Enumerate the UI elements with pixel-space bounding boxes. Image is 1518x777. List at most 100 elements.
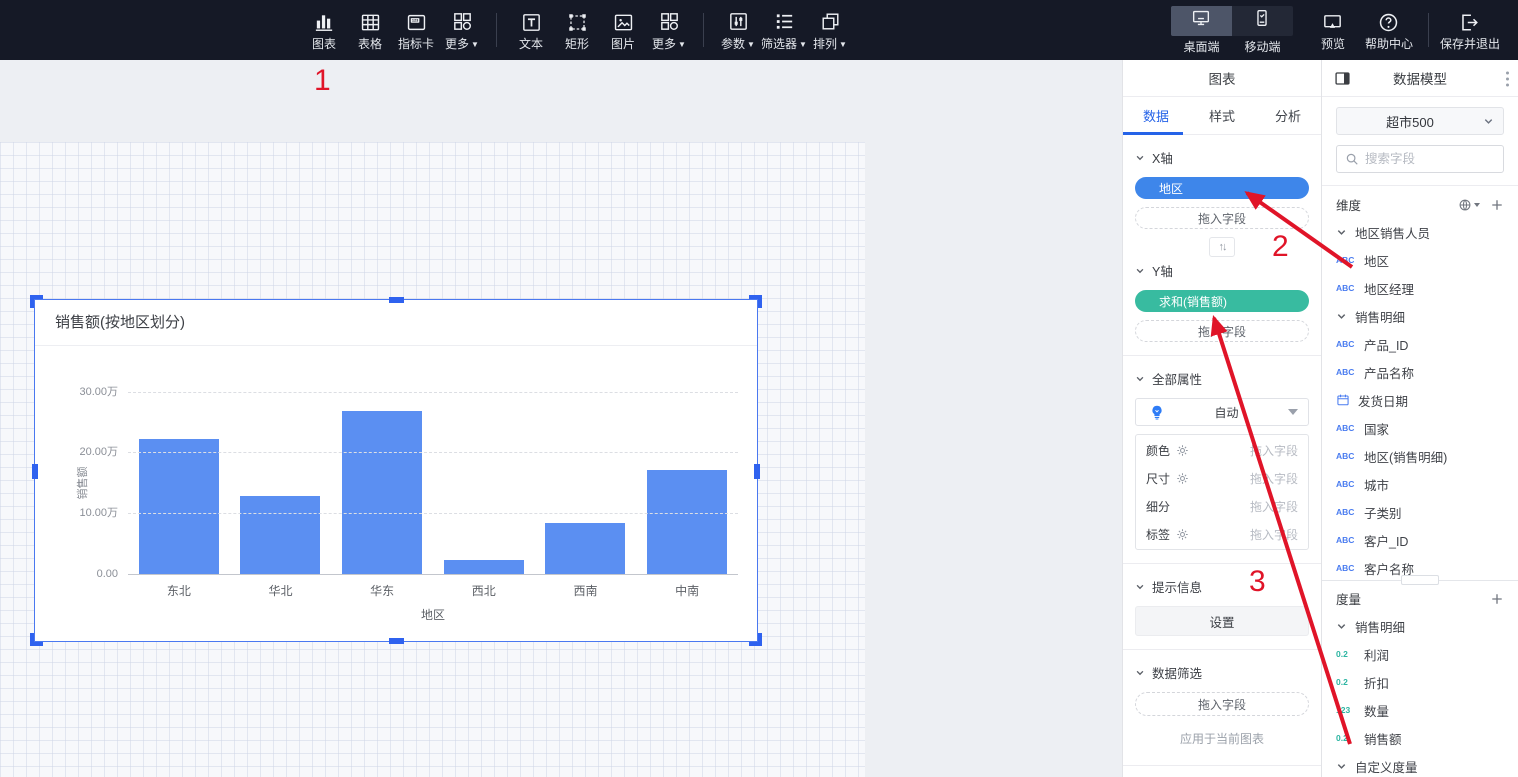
y-axis-drop-zone[interactable]: 拖入字段 bbox=[1135, 320, 1309, 342]
tab-分析[interactable]: 分析 bbox=[1255, 97, 1321, 134]
chart-panel-title: 图表 bbox=[1123, 60, 1321, 97]
resize-handle[interactable] bbox=[1401, 575, 1439, 585]
field-group-销售明细[interactable]: 销售明细 bbox=[1336, 302, 1504, 330]
property-row-细分[interactable]: 细分拖入字段 bbox=[1136, 492, 1308, 520]
chevron-down-icon bbox=[1135, 668, 1145, 678]
bar-西北[interactable] bbox=[444, 560, 524, 574]
mobile-icon bbox=[1251, 7, 1273, 34]
dimension-globe-icon[interactable] bbox=[1458, 198, 1480, 212]
x-categories: 东北华北华东西北西南中南 bbox=[128, 582, 738, 599]
bar-东北[interactable] bbox=[139, 439, 219, 574]
field-search[interactable] bbox=[1336, 145, 1504, 173]
bar-华北[interactable] bbox=[240, 496, 320, 574]
toolbar-image-button[interactable]: 图片 bbox=[600, 3, 646, 57]
search-input[interactable] bbox=[1365, 152, 1503, 166]
tab-样式[interactable]: 样式 bbox=[1189, 97, 1255, 134]
field-item-国家[interactable]: ABC国家 bbox=[1336, 414, 1504, 442]
all-properties-section-header[interactable]: 全部属性 bbox=[1135, 369, 1309, 388]
field-item-子类别[interactable]: ABC子类别 bbox=[1336, 498, 1504, 526]
field-item-产品名称[interactable]: ABC产品名称 bbox=[1336, 358, 1504, 386]
toolbar-more-grid-button[interactable]: 更多▼ bbox=[646, 3, 692, 57]
tooltip-section-header[interactable]: 提示信息 bbox=[1135, 577, 1309, 596]
x-axis-section-header[interactable]: X轴 bbox=[1135, 148, 1309, 167]
toolbar-actions: 预览帮助中心保存并退出 bbox=[1305, 3, 1500, 57]
toolbar-more-grid-button[interactable]: 更多▼ bbox=[439, 3, 485, 57]
chevron-down-icon bbox=[1135, 374, 1145, 384]
field-item-地区经理[interactable]: ABC地区经理 bbox=[1336, 274, 1504, 302]
toolbar-filter-button[interactable]: 筛选器▼ bbox=[761, 3, 807, 57]
field-item-客户_ID[interactable]: ABC客户_ID bbox=[1336, 526, 1504, 554]
tab-数据[interactable]: 数据 bbox=[1123, 97, 1189, 134]
selection-corner-handle[interactable] bbox=[30, 295, 43, 308]
property-mode-select[interactable]: 自动 bbox=[1135, 398, 1309, 426]
canvas: 销售额(按地区划分) 东北华北华东西北西南中南 地区 销售额 0.0010.00… bbox=[0, 60, 1122, 777]
selection-corner-handle[interactable] bbox=[749, 633, 762, 646]
field-item-客户名称[interactable]: ABC客户名称 bbox=[1336, 554, 1504, 576]
collapse-panel-icon[interactable] bbox=[1334, 70, 1351, 87]
field-group-自定义度量[interactable]: 自定义度量 bbox=[1336, 752, 1504, 777]
swap-axes-icon[interactable]: ↑↓ bbox=[1209, 237, 1235, 257]
gear-icon[interactable] bbox=[1176, 528, 1189, 541]
toolbar-arrange-button[interactable]: 排列▼ bbox=[807, 3, 853, 57]
data-filter-drop-zone[interactable]: 拖入字段 bbox=[1135, 692, 1309, 716]
data-model-title: 数据模型 bbox=[1393, 68, 1447, 88]
toolbar-preview-button[interactable]: 预览 bbox=[1305, 3, 1361, 57]
data-filter-section-header[interactable]: 数据筛选 bbox=[1135, 663, 1309, 682]
chart-widget[interactable]: 销售额(按地区划分) 东北华北华东西北西南中南 地区 销售额 0.0010.00… bbox=[35, 300, 757, 641]
selection-mid-handle[interactable] bbox=[389, 638, 404, 644]
gear-icon[interactable] bbox=[1176, 472, 1189, 485]
chevron-down-icon bbox=[1135, 153, 1145, 163]
toolbar-save-exit-button[interactable]: 保存并退出 bbox=[1440, 3, 1500, 57]
dataset-select[interactable]: 超市500 bbox=[1336, 107, 1504, 135]
toolbar-chart-button[interactable]: 图表 bbox=[301, 3, 347, 57]
selection-mid-handle[interactable] bbox=[389, 297, 404, 303]
toolbar-kpi-card-button[interactable]: 123指标卡 bbox=[393, 3, 439, 57]
add-measure-button[interactable] bbox=[1490, 592, 1504, 606]
field-item-销售额[interactable]: 0.2销售额 bbox=[1336, 724, 1504, 752]
toolbar-text-button[interactable]: 文本 bbox=[508, 3, 554, 57]
field-item-利润[interactable]: 0.2利润 bbox=[1336, 640, 1504, 668]
dropdown-caret-icon: ▼ bbox=[678, 40, 686, 49]
property-row-标签[interactable]: 标签拖入字段 bbox=[1136, 520, 1308, 548]
selection-mid-handle[interactable] bbox=[754, 464, 760, 479]
desktop-toggle[interactable] bbox=[1171, 6, 1232, 36]
selection-corner-handle[interactable] bbox=[749, 295, 762, 308]
field-group-地区销售人员[interactable]: 地区销售人员 bbox=[1336, 218, 1504, 246]
bar-华东[interactable] bbox=[342, 411, 422, 574]
selection-mid-handle[interactable] bbox=[32, 464, 38, 479]
field-group-销售明细[interactable]: 销售明细 bbox=[1336, 612, 1504, 640]
y-axis-section-header[interactable]: Y轴 bbox=[1135, 261, 1309, 280]
x-axis-drop-zone[interactable]: 拖入字段 bbox=[1135, 207, 1309, 229]
add-dimension-button[interactable] bbox=[1490, 198, 1504, 212]
toolbar-parameter-button[interactable]: 参数▼ bbox=[715, 3, 761, 57]
field-item-产品_ID[interactable]: ABC产品_ID bbox=[1336, 330, 1504, 358]
more-menu-icon[interactable] bbox=[1505, 71, 1510, 87]
field-item-城市[interactable]: ABC城市 bbox=[1336, 470, 1504, 498]
tooltip-settings-button[interactable]: 设置 bbox=[1135, 606, 1309, 636]
y-axis-field-pill[interactable]: 求和(销售额) bbox=[1135, 290, 1309, 312]
property-row-颜色[interactable]: 颜色拖入字段 bbox=[1136, 436, 1308, 464]
field-item-折扣[interactable]: 0.2折扣 bbox=[1336, 668, 1504, 696]
field-item-发货日期[interactable]: 发货日期 bbox=[1336, 386, 1504, 414]
mobile-toggle[interactable] bbox=[1232, 6, 1293, 36]
toolbar-rectangle-button[interactable]: 矩形 bbox=[554, 3, 600, 57]
app-root: 图表表格123指标卡更多▼文本矩形图片更多▼参数▼筛选器▼排列▼ 桌面端移动端 … bbox=[0, 0, 1518, 777]
x-axis-field-pill[interactable]: 地区 bbox=[1135, 177, 1309, 199]
selection-corner-handle[interactable] bbox=[30, 633, 43, 646]
integer-field-icon: 123 bbox=[1336, 705, 1356, 715]
toolbar-help-button[interactable]: 帮助中心 bbox=[1361, 3, 1417, 57]
gear-icon[interactable] bbox=[1176, 444, 1189, 457]
text-field-icon: ABC bbox=[1336, 507, 1356, 517]
bar-西南[interactable] bbox=[545, 523, 625, 574]
text-field-icon: ABC bbox=[1336, 283, 1356, 293]
bar-中南[interactable] bbox=[647, 470, 727, 574]
y-tick-label: 0.00 bbox=[54, 568, 118, 580]
property-row-尺寸[interactable]: 尺寸拖入字段 bbox=[1136, 464, 1308, 492]
field-item-地区[interactable]: ABC地区 bbox=[1336, 246, 1504, 274]
x-category-label: 东北 bbox=[139, 582, 219, 599]
field-item-数量[interactable]: 123数量 bbox=[1336, 696, 1504, 724]
field-item-地区(销售明细)[interactable]: ABC地区(销售明细) bbox=[1336, 442, 1504, 470]
panel-resize-divider[interactable] bbox=[1322, 580, 1518, 581]
toolbar-table-button[interactable]: 表格 bbox=[347, 3, 393, 57]
y-tick-label: 30.00万 bbox=[54, 383, 118, 399]
